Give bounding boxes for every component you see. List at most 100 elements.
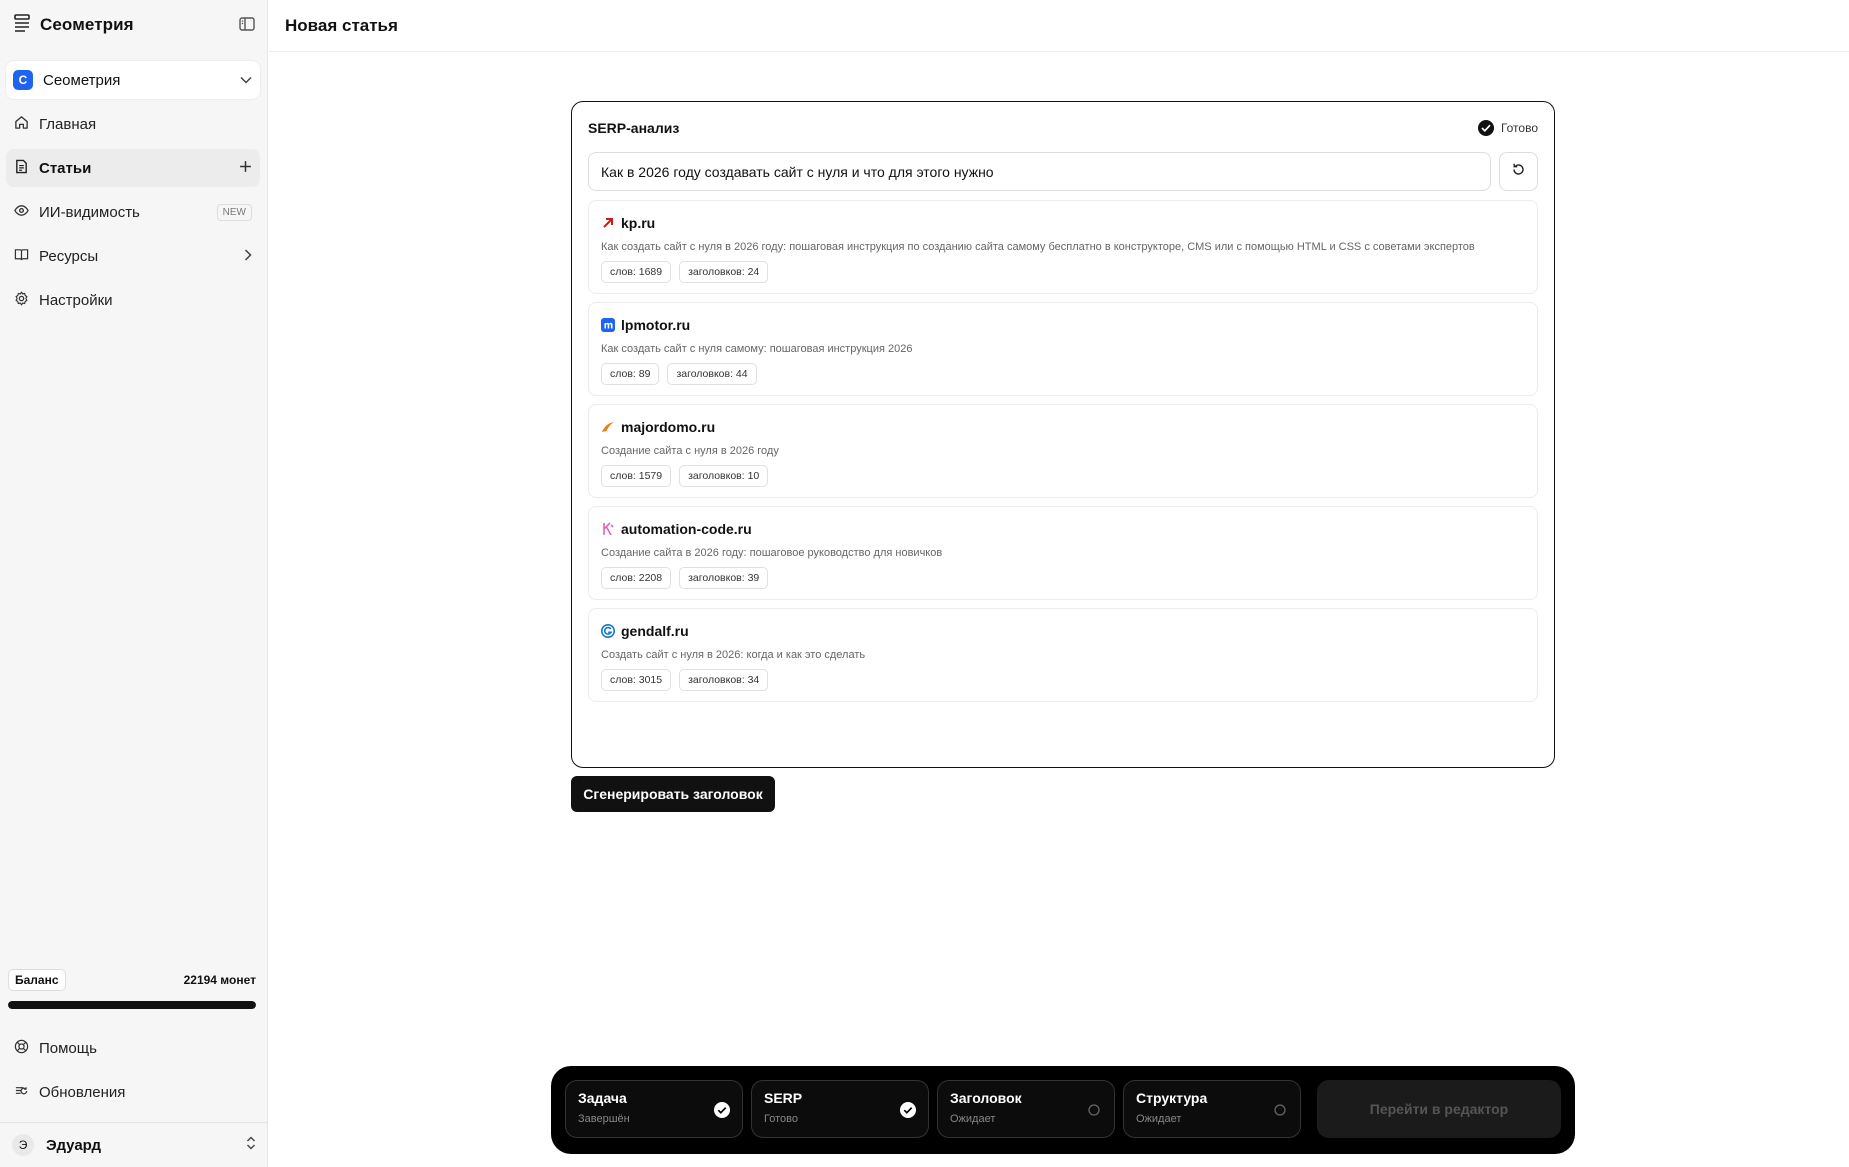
sidebar-item-label: ИИ-видимость — [39, 203, 140, 221]
step-status: Ожидает — [1136, 1113, 1182, 1125]
word-count-chip: слов: 1579 — [601, 465, 672, 487]
check-icon — [1477, 120, 1494, 136]
step-structure[interactable]: Структура Ожидает — [1123, 1080, 1301, 1138]
serp-result[interactable]: kp.ru Как создать сайт с нуля в 2026 год… — [588, 200, 1538, 294]
sidebar-bottom-nav: Помощь Обновления — [6, 1029, 260, 1117]
user-menu[interactable]: Э Эдуард — [0, 1122, 268, 1167]
workflow-stepper: Задача Завершён SERP Готово Заголовок Ож… — [551, 1066, 1575, 1154]
serp-title: SERP-анализ — [588, 120, 680, 136]
result-domain: lpmotor.ru — [621, 317, 691, 333]
document-icon — [14, 159, 29, 178]
step-serp[interactable]: SERP Готово — [751, 1080, 929, 1138]
step-task[interactable]: Задача Завершён — [565, 1080, 743, 1138]
pending-circle-icon — [1086, 1102, 1102, 1123]
sidebar-item-label: Помощь — [39, 1039, 97, 1057]
step-title: SERP — [764, 1090, 803, 1106]
result-snippet: Как создать сайт с нуля самому: пошагова… — [601, 343, 913, 355]
result-domain: gendalf.ru — [621, 623, 689, 639]
word-count-chip: слов: 89 — [601, 363, 660, 385]
chevron-updown-icon — [246, 1136, 256, 1155]
lpmotor-favicon-icon — [601, 318, 615, 332]
step-status: Завершён — [578, 1113, 630, 1125]
result-snippet: Создание сайта в 2026 году: пошаговое ру… — [601, 547, 943, 559]
logo-icon — [14, 13, 30, 37]
status-text: Готово — [1500, 121, 1538, 135]
go-to-editor-button[interactable]: Перейти в редактор — [1317, 1080, 1561, 1138]
chevron-down-icon — [240, 71, 252, 89]
serp-result[interactable]: gendalf.ru Создать сайт с нуля в 2026: к… — [588, 608, 1538, 702]
home-icon — [14, 115, 29, 134]
result-domain: automation-code.ru — [621, 521, 752, 537]
refresh-button[interactable] — [1499, 152, 1538, 191]
user-name: Эдуард — [46, 1136, 101, 1154]
topbar: Новая статья — [269, 0, 1849, 52]
workspace-select[interactable]: С Сеометрия — [6, 61, 260, 99]
step-heading[interactable]: Заголовок Ожидает — [937, 1080, 1115, 1138]
result-domain: kp.ru — [621, 215, 656, 231]
step-title: Задача — [578, 1090, 627, 1106]
serp-result[interactable]: majordomo.ru Создание сайта с нуля в 202… — [588, 404, 1538, 498]
app-name: Сеометрия — [40, 15, 134, 34]
new-badge: NEW — [216, 203, 252, 221]
add-article-icon[interactable] — [239, 160, 252, 177]
gear-icon — [14, 291, 29, 310]
sidebar-item-label: Ресурсы — [39, 247, 99, 265]
heading-count-chip: заголовков: 39 — [679, 567, 769, 589]
page-title: Новая статья — [285, 15, 398, 35]
balance-value: 22194 монет — [183, 973, 256, 987]
heading-count-chip: заголовков: 34 — [679, 669, 769, 691]
sidebar-item-updates[interactable]: Обновления — [6, 1073, 260, 1111]
word-count-chip: слов: 3015 — [601, 669, 672, 691]
sidebar-toggle-icon[interactable] — [237, 15, 257, 33]
serp-card: SERP-анализ Готово kp.ru Как создать сай… — [571, 101, 1555, 768]
status-badge: Готово — [1477, 120, 1538, 136]
sidebar-item-label: Статьи — [39, 159, 92, 177]
heading-count-chip: заголовков: 24 — [679, 261, 769, 283]
gendalf-favicon-icon — [601, 624, 615, 638]
chevron-right-icon — [244, 248, 252, 265]
brand[interactable]: Сеометрия — [14, 12, 134, 38]
step-status: Готово — [764, 1113, 798, 1125]
balance-widget: Баланс 22194 монет — [8, 969, 256, 1009]
sidebar-item-label: Настройки — [39, 291, 113, 309]
sidebar-item-settings[interactable]: Настройки — [6, 281, 260, 319]
result-snippet: Создать сайт с нуля в 2026: когда и как … — [601, 649, 866, 661]
query-input[interactable] — [588, 152, 1491, 191]
serp-result[interactable]: automation-code.ru Создание сайта в 2026… — [588, 506, 1538, 600]
sidebar-item-ai-visibility[interactable]: ИИ-видимость NEW — [6, 193, 260, 231]
balance-progress-fill — [8, 1001, 256, 1009]
refresh-icon — [1511, 162, 1526, 182]
refresh-list-icon — [14, 1083, 29, 1102]
result-domain: majordomo.ru — [621, 419, 716, 435]
heading-count-chip: заголовков: 10 — [679, 465, 769, 487]
sidebar-item-help[interactable]: Помощь — [6, 1029, 260, 1067]
sidebar-item-home[interactable]: Главная — [6, 105, 260, 143]
sidebar: Сеометрия С Сеометрия Главная Статьи ИИ-… — [0, 0, 268, 1167]
generate-title-button[interactable]: Сгенерировать заголовок — [571, 776, 775, 812]
sidebar-item-articles[interactable]: Статьи — [6, 149, 260, 187]
sidebar-nav: Главная Статьи ИИ-видимость NEW Ресурсы … — [6, 105, 260, 325]
balance-label: Баланс — [8, 969, 66, 991]
step-title: Структура — [1136, 1090, 1208, 1106]
avatar: Э — [12, 1134, 34, 1156]
lifebuoy-icon — [14, 1039, 29, 1058]
workspace-name: Сеометрия — [43, 71, 121, 89]
book-icon — [14, 247, 29, 266]
check-circle-icon — [900, 1102, 916, 1123]
sidebar-item-label: Главная — [39, 115, 97, 133]
result-snippet: Создание сайта с нуля в 2026 году — [601, 445, 779, 457]
step-title: Заголовок — [950, 1090, 1022, 1106]
majordomo-favicon-icon — [601, 420, 615, 434]
automation-code-favicon-icon — [601, 522, 615, 536]
result-snippet: Как создать сайт с нуля в 2026 году: пош… — [601, 241, 1475, 253]
sidebar-item-label: Обновления — [39, 1083, 126, 1101]
step-status: Ожидает — [950, 1113, 996, 1125]
eye-icon — [14, 203, 29, 222]
sidebar-item-resources[interactable]: Ресурсы — [6, 237, 260, 275]
serp-result[interactable]: lpmotor.ru Как создать сайт с нуля самом… — [588, 302, 1538, 396]
workspace-badge: С — [13, 70, 33, 90]
heading-count-chip: заголовков: 44 — [667, 363, 757, 385]
check-circle-icon — [714, 1102, 730, 1123]
balance-progress-bar — [8, 1001, 256, 1009]
word-count-chip: слов: 2208 — [601, 567, 672, 589]
